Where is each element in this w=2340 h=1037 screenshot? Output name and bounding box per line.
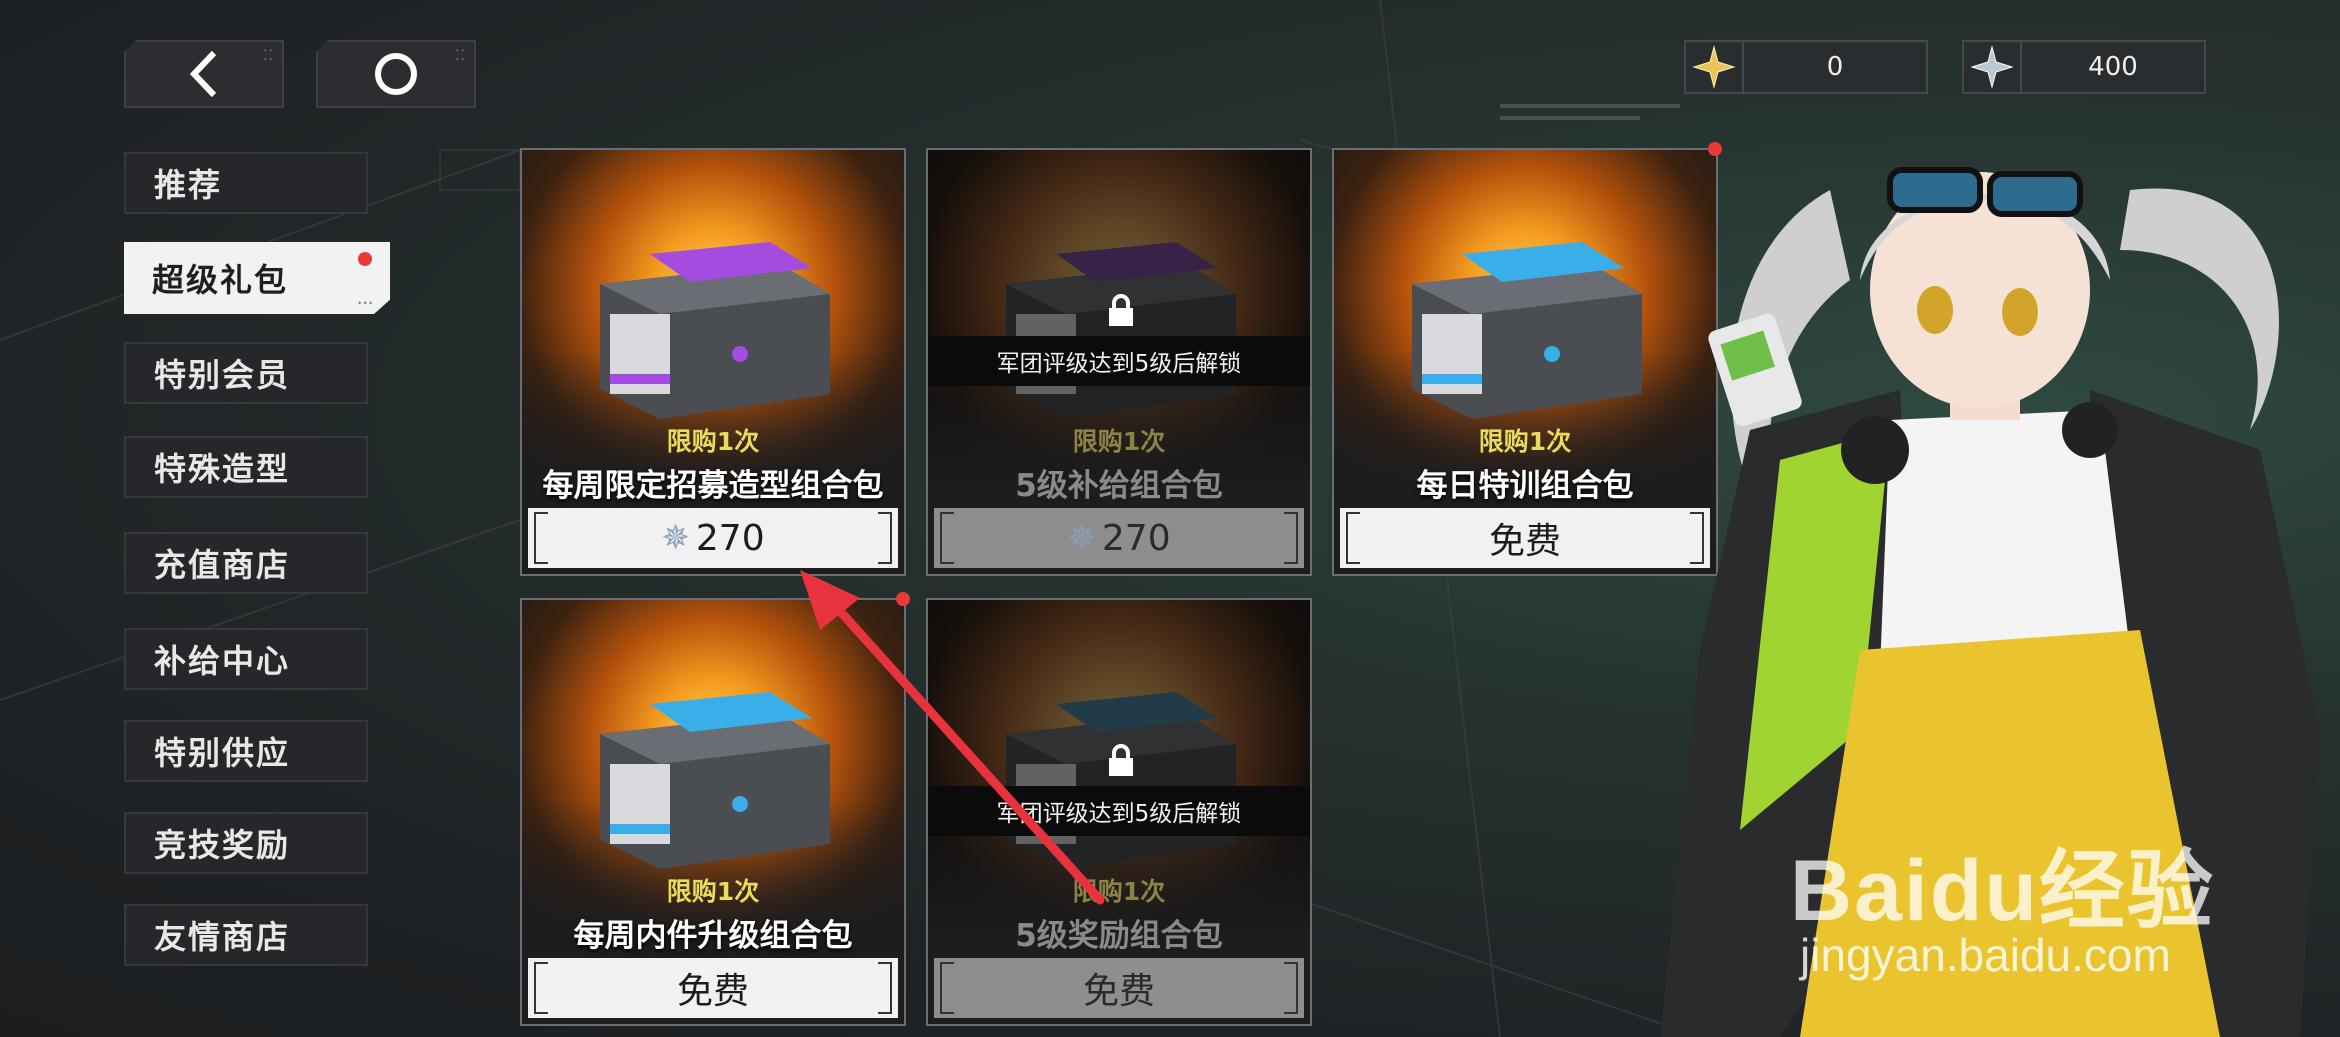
pack-name: 每周限定招募造型组合包 bbox=[542, 468, 884, 504]
unlock-requirement: 军团评级达到5级后解锁 bbox=[928, 786, 1310, 836]
home-button[interactable]: ⁚⁚ bbox=[316, 40, 476, 108]
pack-card-weekly-parts-upgrade[interactable]: 限购1次 每周内件升级组合包 免费 bbox=[520, 598, 906, 1026]
sidebar-item-arena-rewards[interactable]: 竞技奖励 bbox=[124, 812, 368, 874]
silver-star-icon bbox=[1964, 42, 2022, 92]
sidebar-item-label: 竞技奖励 bbox=[154, 826, 291, 864]
crate-icon bbox=[600, 692, 830, 869]
gold-currency[interactable]: 0 bbox=[1684, 40, 1928, 94]
sidebar-item-label: 充值商店 bbox=[154, 546, 291, 584]
purchase-limit: 限购1次 bbox=[666, 427, 760, 456]
notification-badge bbox=[358, 252, 372, 266]
pack-card-level5-supply[interactable]: 军团评级达到5级后解锁 限购1次 5级补给组合包 ✵ 270 bbox=[926, 148, 1312, 576]
silver-currency-value: 400 bbox=[2088, 52, 2138, 82]
sidebar-item-label: 推荐 bbox=[154, 166, 223, 204]
sidebar-item-recommend[interactable]: 推荐 bbox=[124, 152, 368, 214]
gold-star-icon bbox=[1686, 42, 1744, 92]
sidebar-item-special-supply[interactable]: 特别供应 bbox=[124, 720, 368, 782]
corner-dots: ⁚⁚ bbox=[263, 48, 274, 64]
sidebar-item-supply-center[interactable]: 补给中心 bbox=[124, 628, 368, 690]
price-button: ✵ 270 bbox=[934, 508, 1304, 568]
purchase-limit: 限购1次 bbox=[1478, 427, 1572, 456]
sidebar-item-special-skin[interactable]: 特殊造型 bbox=[124, 436, 368, 498]
sidebar-item-label: 超级礼包 bbox=[152, 261, 289, 299]
watermark-url: jingyan.baidu.com bbox=[1800, 929, 2171, 981]
price-button: 免费 bbox=[934, 958, 1304, 1018]
pack-card-weekly-recruit-skin[interactable]: 限购1次 每周限定招募造型组合包 ✵ 270 bbox=[520, 148, 906, 576]
pack-name: 5级奖励组合包 bbox=[1015, 918, 1223, 954]
price-button[interactable]: 免费 bbox=[528, 958, 898, 1018]
pack-card-level5-reward[interactable]: 军团评级达到5级后解锁 限购1次 5级奖励组合包 免费 bbox=[926, 598, 1312, 1026]
watermark-brand: Baidu经验 bbox=[1790, 843, 2215, 939]
chevron-left-icon bbox=[189, 50, 217, 98]
price-value: 免费 bbox=[1488, 521, 1561, 562]
pack-name: 每周内件升级组合包 bbox=[573, 918, 853, 954]
silver-star-icon: ✵ bbox=[1067, 518, 1096, 558]
sidebar-item-label: 特殊造型 bbox=[154, 450, 291, 488]
price-value: 免费 bbox=[1082, 971, 1155, 1012]
purchase-limit: 限购1次 bbox=[666, 877, 760, 906]
price-button[interactable]: 免费 bbox=[1340, 508, 1710, 568]
crate-icon bbox=[1412, 242, 1642, 419]
sidebar-item-super-pack[interactable]: 超级礼包 ··· bbox=[124, 242, 390, 314]
sidebar-item-label: 特别会员 bbox=[154, 356, 291, 394]
silver-star-icon: ✵ bbox=[661, 518, 690, 558]
sidebar-item-recharge-shop[interactable]: 充值商店 bbox=[124, 532, 368, 594]
sidebar-item-label: 友情商店 bbox=[154, 918, 291, 956]
purchase-limit: 限购1次 bbox=[1072, 877, 1166, 906]
notification-badge bbox=[896, 592, 910, 606]
crate-icon bbox=[600, 242, 830, 419]
price-button[interactable]: ✵ 270 bbox=[528, 508, 898, 568]
sidebar-item-friendship-shop[interactable]: 友情商店 bbox=[124, 904, 368, 966]
sidebar-item-special-member[interactable]: 特别会员 bbox=[124, 342, 368, 404]
sidebar-item-label: 特别供应 bbox=[154, 734, 291, 772]
unlock-requirement: 军团评级达到5级后解锁 bbox=[928, 336, 1310, 386]
lock-icon bbox=[1109, 744, 1133, 776]
price-value: 270 bbox=[695, 517, 765, 559]
price-value: 270 bbox=[1101, 517, 1171, 559]
sidebar-item-label: 补给中心 bbox=[154, 642, 291, 680]
price-value: 免费 bbox=[676, 971, 749, 1012]
pack-name: 每日特训组合包 bbox=[1416, 468, 1634, 504]
gold-currency-value: 0 bbox=[1826, 52, 1844, 82]
back-button[interactable]: ⁚⁚ bbox=[124, 40, 284, 108]
ring-home-icon bbox=[375, 53, 417, 95]
pack-name: 5级补给组合包 bbox=[1015, 468, 1223, 504]
lock-icon bbox=[1109, 294, 1133, 326]
corner-dots: ⁚⁚ bbox=[455, 48, 466, 64]
corner-dots: ··· bbox=[357, 296, 374, 310]
purchase-limit: 限购1次 bbox=[1072, 427, 1166, 456]
silver-currency[interactable]: 400 bbox=[1962, 40, 2206, 94]
